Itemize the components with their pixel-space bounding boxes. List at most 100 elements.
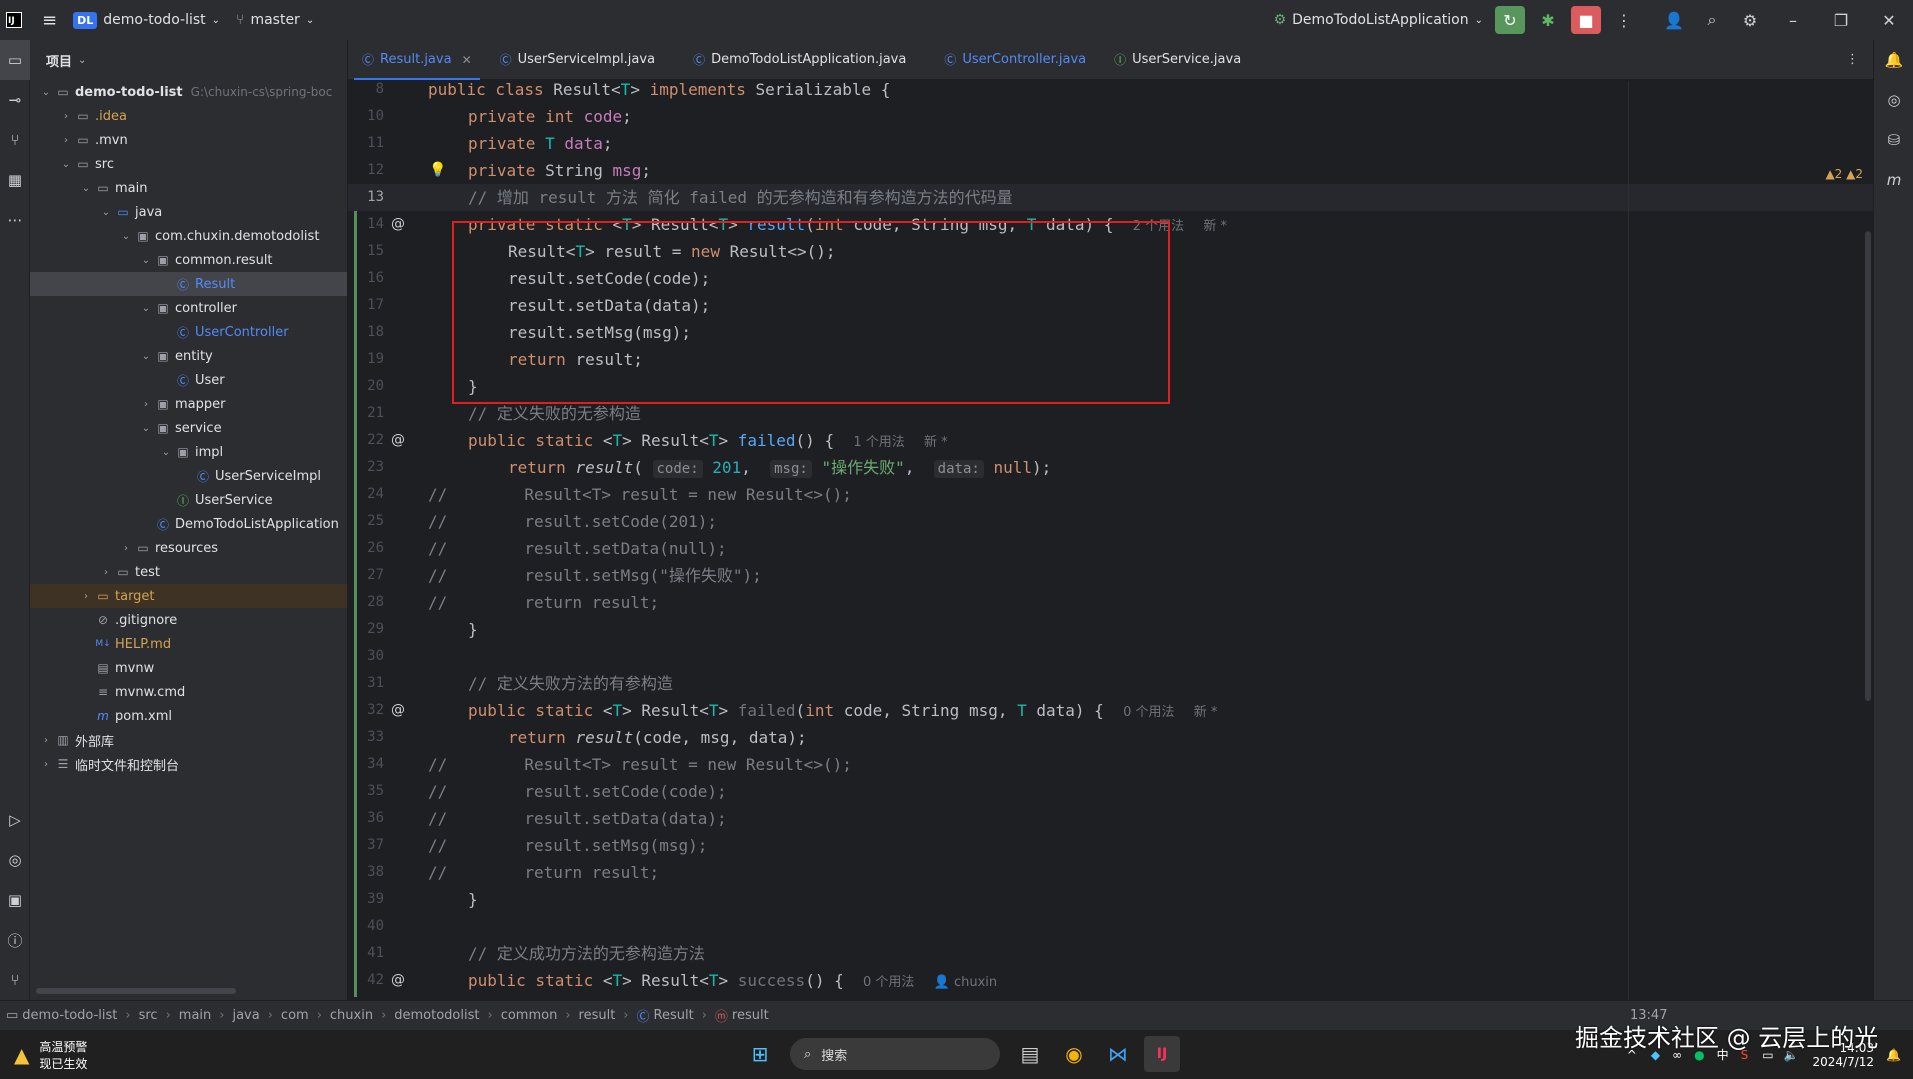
chevron-down-icon[interactable]: ⌄	[58, 159, 74, 170]
author-hint[interactable]: 新 *	[1194, 705, 1218, 720]
run-icon[interactable]: ▷	[0, 800, 30, 840]
restore-button[interactable]: ❐	[1817, 11, 1865, 30]
main-menu-button[interactable]: ≡	[34, 0, 65, 40]
breadcrumb-item[interactable]: ⓜ result	[715, 1006, 769, 1025]
tab-usercontroller-java[interactable]: Ⓒ UserController.java	[930, 40, 1100, 80]
breadcrumb-item[interactable]: src	[139, 1008, 158, 1023]
project-folder-icon[interactable]: ▭	[0, 40, 30, 80]
tab-userserviceimpl-java[interactable]: Ⓒ UserServiceImpl.java	[486, 40, 669, 80]
tree-item-common-result[interactable]: ⌄ ▣ common.result	[30, 248, 347, 272]
close-window-button[interactable]: ✕	[1865, 11, 1913, 30]
git-icon[interactable]: ⑂	[0, 960, 30, 1000]
chevron-right-icon[interactable]: ›	[98, 567, 114, 578]
chevron-down-icon[interactable]: ⌄	[38, 87, 54, 98]
tree-item-controller[interactable]: ⌄ ▣ controller	[30, 296, 347, 320]
tree-item-entity[interactable]: ⌄ ▣ entity	[30, 344, 347, 368]
problems-icon[interactable]: ⓘ	[0, 920, 30, 960]
breadcrumb-item[interactable]: Ⓒ Result	[637, 1006, 694, 1025]
chevron-down-icon[interactable]: ⌄	[118, 231, 134, 242]
tabs-more-icon[interactable]: ⋮	[1846, 52, 1859, 67]
notification-bell-icon[interactable]: 🔔	[1886, 1048, 1901, 1062]
chevron-down-icon[interactable]: ⌄	[138, 255, 154, 266]
search-icon[interactable]: ⌕	[1697, 6, 1727, 34]
annotation-at-icon[interactable]: @	[388, 967, 408, 994]
tree-item-helpmd[interactable]: M↓ HELP.md	[30, 632, 347, 656]
debug-icon[interactable]: ✱	[1533, 6, 1563, 34]
tree-item-idea[interactable]: › ▭ .idea	[30, 104, 347, 128]
usages-hint[interactable]: 1 个用法	[853, 435, 904, 450]
chrome-icon[interactable]: ◉	[1056, 1036, 1092, 1072]
annotation-at-icon[interactable]: @	[388, 697, 408, 724]
clock-date[interactable]: 2024/7/12	[1813, 1055, 1875, 1069]
tab-application-java[interactable]: Ⓒ DemoTodoListApplication.java	[679, 40, 920, 80]
chevron-down-icon[interactable]: ⌄	[158, 447, 174, 458]
project-switcher[interactable]: DL demo-todo-list ⌄	[65, 0, 228, 40]
chevron-down-icon[interactable]: ⌄	[78, 183, 94, 194]
settings-gear-icon[interactable]: ⚙	[1735, 6, 1765, 34]
usages-hint[interactable]: 0 个用法	[1123, 705, 1174, 720]
chevron-right-icon[interactable]: ›	[38, 735, 54, 746]
tab-result-java[interactable]: Ⓒ Result.java ✕	[348, 40, 486, 80]
pull-request-icon[interactable]: ⑂	[0, 120, 30, 160]
more-actions-icon[interactable]: ⋮	[1609, 6, 1639, 34]
tree-item-external-libs[interactable]: › ▥ 外部库	[30, 728, 347, 752]
breadcrumb-item[interactable]: demotodolist	[394, 1008, 479, 1023]
tree-item-user[interactable]: Ⓒ User	[30, 368, 347, 392]
tree-item-main[interactable]: ⌄ ▭ main	[30, 176, 347, 200]
breadcrumb-item[interactable]: main	[179, 1008, 211, 1023]
ai-assistant-icon[interactable]: ◎	[1874, 80, 1913, 120]
close-icon[interactable]: ✕	[462, 53, 472, 67]
maven-icon[interactable]: m	[1874, 160, 1913, 200]
terminal-icon[interactable]: ▣	[0, 880, 30, 920]
usages-hint[interactable]: 0 个用法	[863, 975, 914, 990]
code-with-me-icon[interactable]: 👤	[1659, 6, 1689, 34]
tree-item-service[interactable]: ⌄ ▣ service	[30, 416, 347, 440]
chevron-down-icon[interactable]: ⌄	[138, 423, 154, 434]
tree-item-target[interactable]: › ▭ target	[30, 584, 347, 608]
vscode-icon[interactable]: ⋈	[1100, 1036, 1136, 1072]
chevron-right-icon[interactable]: ›	[38, 759, 54, 770]
tree-item-mvnwcmd[interactable]: ≡ mvnw.cmd	[30, 680, 347, 704]
notifications-bell-icon[interactable]: 🔔	[1874, 40, 1913, 80]
weather-widget[interactable]: ▲ 高温预警 现已生效	[0, 1038, 87, 1072]
author-hint[interactable]: 新 *	[1203, 219, 1227, 234]
tree-item-mapper[interactable]: › ▣ mapper	[30, 392, 347, 416]
chevron-right-icon[interactable]: ›	[138, 399, 154, 410]
tree-item-mvnw[interactable]: ▤ mvnw	[30, 656, 347, 680]
breadcrumb-item[interactable]: common	[501, 1008, 558, 1023]
tree-item-test[interactable]: › ▭ test	[30, 560, 347, 584]
author-hint[interactable]: 👤 chuxin	[934, 975, 998, 990]
chevron-right-icon[interactable]: ›	[78, 591, 94, 602]
chevron-down-icon[interactable]: ⌄	[98, 207, 114, 218]
tree-item-package[interactable]: ⌄ ▣ com.chuxin.demotodolist	[30, 224, 347, 248]
tree-item-scratches[interactable]: › ☰ 临时文件和控制台	[30, 752, 347, 776]
project-panel-header[interactable]: 项目 ⌄	[30, 40, 347, 80]
chevron-right-icon[interactable]: ›	[118, 543, 134, 554]
database-icon[interactable]: ⛁	[1874, 120, 1913, 160]
minimize-button[interactable]: –	[1769, 11, 1817, 30]
tree-item-userservice[interactable]: Ⓘ UserService	[30, 488, 347, 512]
chevron-down-icon[interactable]: ⌄	[138, 351, 154, 362]
editor-scrollbar[interactable]	[1865, 231, 1871, 701]
annotation-at-icon[interactable]: @	[388, 427, 408, 454]
rerun-button[interactable]: ↻	[1495, 6, 1525, 34]
tree-item-usercontroller[interactable]: Ⓒ UserController	[30, 320, 347, 344]
code-editor[interactable]: ▲2 ▲2 8 public class Result<T> implement…	[348, 81, 1873, 1000]
tree-item-userserviceimpl[interactable]: Ⓒ UserServiceImpl	[30, 464, 347, 488]
commit-icon[interactable]: ⊸	[0, 80, 30, 120]
tree-item-application[interactable]: Ⓒ DemoTodoListApplication	[30, 512, 347, 536]
structure-icon[interactable]: ▦	[0, 160, 30, 200]
breadcrumb-item[interactable]: result	[579, 1008, 616, 1023]
tab-userservice-java[interactable]: Ⓘ UserService.java	[1100, 40, 1255, 80]
tree-item-result[interactable]: Ⓒ Result	[30, 272, 347, 296]
taskbar-search[interactable]: ⌕ 搜索	[790, 1038, 1000, 1070]
breadcrumb-item[interactable]: java	[232, 1008, 259, 1023]
project-hscrollbar[interactable]	[36, 988, 236, 994]
stop-button[interactable]: ■	[1571, 6, 1601, 34]
more-tools-icon[interactable]: ⋯	[0, 200, 30, 240]
tree-item-src[interactable]: ⌄ ▭ src	[30, 152, 347, 176]
lightbulb-icon[interactable]: 💡	[428, 157, 448, 184]
run-config-selector[interactable]: ⚙ DemoTodoListApplication ⌄	[1266, 0, 1491, 40]
tree-item-gitignore[interactable]: ⊘ .gitignore	[30, 608, 347, 632]
annotation-at-icon[interactable]: @	[388, 211, 408, 238]
